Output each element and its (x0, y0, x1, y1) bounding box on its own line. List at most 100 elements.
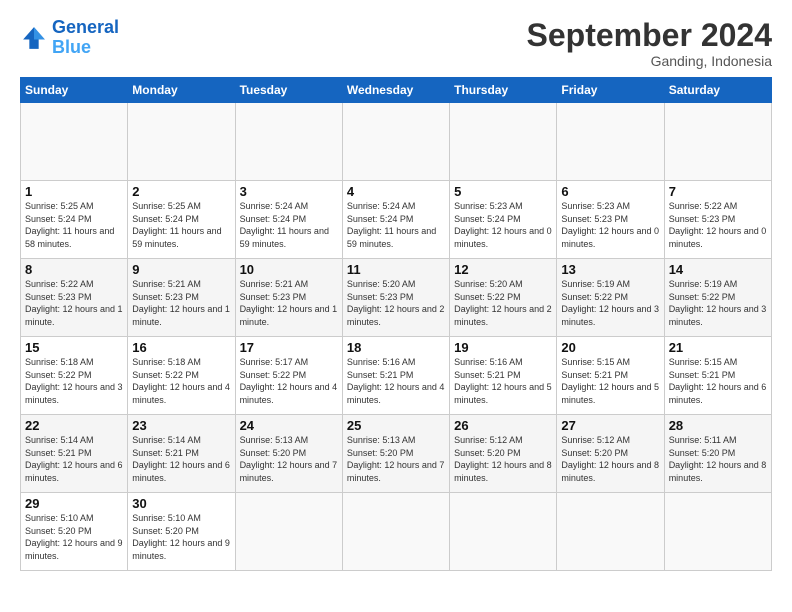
day-number: 14 (669, 262, 767, 277)
table-row: 29Sunrise: 5:10 AMSunset: 5:20 PMDayligh… (21, 493, 772, 571)
day-number: 7 (669, 184, 767, 199)
day-info: Sunrise: 5:24 AMSunset: 5:24 PMDaylight:… (347, 200, 445, 250)
table-cell: 7Sunrise: 5:22 AMSunset: 5:23 PMDaylight… (664, 181, 771, 259)
calendar-table: Sunday Monday Tuesday Wednesday Thursday… (20, 77, 772, 571)
table-cell: 14Sunrise: 5:19 AMSunset: 5:22 PMDayligh… (664, 259, 771, 337)
header-row: Sunday Monday Tuesday Wednesday Thursday… (21, 78, 772, 103)
day-number: 8 (25, 262, 123, 277)
table-cell: 20Sunrise: 5:15 AMSunset: 5:21 PMDayligh… (557, 337, 664, 415)
logo-text: General Blue (52, 18, 119, 58)
table-cell: 22Sunrise: 5:14 AMSunset: 5:21 PMDayligh… (21, 415, 128, 493)
day-info: Sunrise: 5:18 AMSunset: 5:22 PMDaylight:… (132, 356, 230, 406)
table-cell: 29Sunrise: 5:10 AMSunset: 5:20 PMDayligh… (21, 493, 128, 571)
table-cell: 24Sunrise: 5:13 AMSunset: 5:20 PMDayligh… (235, 415, 342, 493)
table-cell: 2Sunrise: 5:25 AMSunset: 5:24 PMDaylight… (128, 181, 235, 259)
table-row: 15 Sunrise: 5:18 AMSunset: 5:22 PMDayligh… (21, 337, 772, 415)
table-cell (664, 103, 771, 181)
table-cell: 15Sunrise: 5:18 AMSunset: 5:22 PMDayligh… (21, 337, 128, 415)
day-info: Sunrise: 5:11 AMSunset: 5:20 PMDaylight:… (669, 434, 767, 484)
table-cell: 1Sunrise: 5:25 AMSunset: 5:24 PMDaylight… (21, 181, 128, 259)
day-info: Sunrise: 5:10 AMSunset: 5:20 PMDaylight:… (25, 512, 123, 562)
day-number: 15 (25, 340, 123, 355)
day-info: Sunrise: 5:13 AMSunset: 5:20 PMDaylight:… (347, 434, 445, 484)
table-cell (235, 493, 342, 571)
table-cell (235, 103, 342, 181)
location: Ganding, Indonesia (527, 53, 772, 69)
day-number: 17 (240, 340, 338, 355)
day-number: 2 (132, 184, 230, 199)
day-number: 1 (25, 184, 123, 199)
day-info: Sunrise: 5:12 AMSunset: 5:20 PMDaylight:… (454, 434, 552, 484)
title-area: September 2024 Ganding, Indonesia (527, 18, 772, 69)
day-number: 12 (454, 262, 552, 277)
day-info: Sunrise: 5:23 AMSunset: 5:24 PMDaylight:… (454, 200, 552, 250)
table-cell: 6Sunrise: 5:23 AMSunset: 5:23 PMDaylight… (557, 181, 664, 259)
day-number: 27 (561, 418, 659, 433)
table-cell: 17Sunrise: 5:17 AMSunset: 5:22 PMDayligh… (235, 337, 342, 415)
day-info: Sunrise: 5:20 AMSunset: 5:23 PMDaylight:… (347, 278, 445, 328)
day-info: Sunrise: 5:22 AMSunset: 5:23 PMDaylight:… (669, 200, 767, 250)
day-info: Sunrise: 5:24 AMSunset: 5:24 PMDaylight:… (240, 200, 338, 250)
table-cell: 30Sunrise: 5:10 AMSunset: 5:20 PMDayligh… (128, 493, 235, 571)
table-cell: 10Sunrise: 5:21 AMSunset: 5:23 PMDayligh… (235, 259, 342, 337)
day-info: Sunrise: 5:16 AMSunset: 5:21 PMDaylight:… (347, 356, 445, 406)
day-number: 5 (454, 184, 552, 199)
table-cell (342, 493, 449, 571)
day-info: Sunrise: 5:25 AMSunset: 5:24 PMDaylight:… (25, 200, 123, 250)
calendar-page: General Blue September 2024 Ganding, Ind… (0, 0, 792, 612)
table-cell: 28Sunrise: 5:11 AMSunset: 5:20 PMDayligh… (664, 415, 771, 493)
day-number: 23 (132, 418, 230, 433)
day-info: Sunrise: 5:14 AMSunset: 5:21 PMDaylight:… (25, 434, 123, 484)
day-info: Sunrise: 5:21 AMSunset: 5:23 PMDaylight:… (240, 278, 338, 328)
table-cell: 27Sunrise: 5:12 AMSunset: 5:20 PMDayligh… (557, 415, 664, 493)
day-number: 18 (347, 340, 445, 355)
day-number: 29 (25, 496, 123, 511)
day-number: 19 (454, 340, 552, 355)
day-number: 11 (347, 262, 445, 277)
day-info: Sunrise: 5:19 AMSunset: 5:22 PMDaylight:… (669, 278, 767, 328)
table-cell: 3Sunrise: 5:24 AMSunset: 5:24 PMDaylight… (235, 181, 342, 259)
month-title: September 2024 (527, 18, 772, 53)
col-saturday: Saturday (664, 78, 771, 103)
table-cell: 18Sunrise: 5:16 AMSunset: 5:21 PMDayligh… (342, 337, 449, 415)
table-cell: 16Sunrise: 5:18 AMSunset: 5:22 PMDayligh… (128, 337, 235, 415)
table-cell: 5Sunrise: 5:23 AMSunset: 5:24 PMDaylight… (450, 181, 557, 259)
day-number: 21 (669, 340, 767, 355)
table-cell: 4Sunrise: 5:24 AMSunset: 5:24 PMDaylight… (342, 181, 449, 259)
day-number: 13 (561, 262, 659, 277)
day-info: Sunrise: 5:15 AMSunset: 5:21 PMDaylight:… (561, 356, 659, 406)
table-row: 22Sunrise: 5:14 AMSunset: 5:21 PMDayligh… (21, 415, 772, 493)
table-cell (450, 493, 557, 571)
day-info: Sunrise: 5:14 AMSunset: 5:21 PMDaylight:… (132, 434, 230, 484)
day-info: Sunrise: 5:22 AMSunset: 5:23 PMDaylight:… (25, 278, 123, 328)
table-cell: 12Sunrise: 5:20 AMSunset: 5:22 PMDayligh… (450, 259, 557, 337)
day-info: Sunrise: 5:25 AMSunset: 5:24 PMDaylight:… (132, 200, 230, 250)
day-info: Sunrise: 5:20 AMSunset: 5:22 PMDaylight:… (454, 278, 552, 328)
table-cell (557, 493, 664, 571)
col-wednesday: Wednesday (342, 78, 449, 103)
table-cell: 23Sunrise: 5:14 AMSunset: 5:21 PMDayligh… (128, 415, 235, 493)
table-row: 8Sunrise: 5:22 AMSunset: 5:23 PMDaylight… (21, 259, 772, 337)
table-cell: 26Sunrise: 5:12 AMSunset: 5:20 PMDayligh… (450, 415, 557, 493)
col-thursday: Thursday (450, 78, 557, 103)
day-number: 3 (240, 184, 338, 199)
day-number: 20 (561, 340, 659, 355)
day-number: 30 (132, 496, 230, 511)
table-cell (21, 103, 128, 181)
table-row (21, 103, 772, 181)
col-tuesday: Tuesday (235, 78, 342, 103)
table-row: 1Sunrise: 5:25 AMSunset: 5:24 PMDaylight… (21, 181, 772, 259)
col-monday: Monday (128, 78, 235, 103)
day-number: 10 (240, 262, 338, 277)
col-sunday: Sunday (21, 78, 128, 103)
table-cell (557, 103, 664, 181)
day-number: 9 (132, 262, 230, 277)
header: General Blue September 2024 Ganding, Ind… (20, 18, 772, 69)
table-cell: 11Sunrise: 5:20 AMSunset: 5:23 PMDayligh… (342, 259, 449, 337)
day-number: 28 (669, 418, 767, 433)
table-cell (342, 103, 449, 181)
col-friday: Friday (557, 78, 664, 103)
day-info: Sunrise: 5:16 AMSunset: 5:21 PMDaylight:… (454, 356, 552, 406)
logo: General Blue (20, 18, 119, 58)
table-cell: 19Sunrise: 5:16 AMSunset: 5:21 PMDayligh… (450, 337, 557, 415)
